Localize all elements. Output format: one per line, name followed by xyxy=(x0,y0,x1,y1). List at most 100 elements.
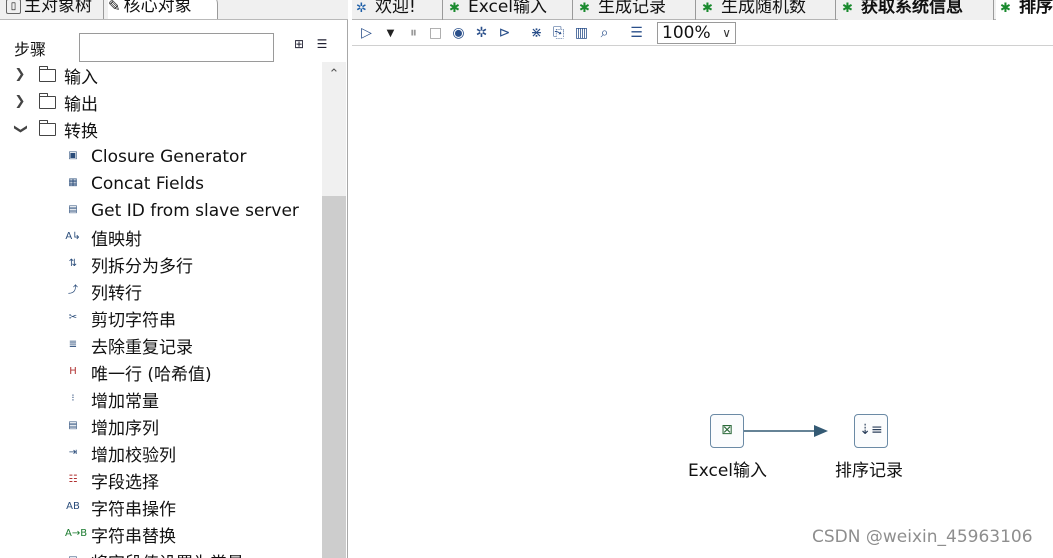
tab-main-object-tree[interactable]: ▯ 主对象树 xyxy=(6,0,104,19)
step-item[interactable]: ≣ 去除重复记录 xyxy=(0,332,322,359)
step-label: 唯一行 (哈希值) xyxy=(91,365,212,385)
folder-transform[interactable]: ❯ 转换 xyxy=(0,116,322,143)
tree-icon: ▯ xyxy=(6,0,21,14)
folder-icon xyxy=(38,66,56,82)
pencil-icon: ✎ xyxy=(108,0,121,15)
step-item[interactable]: ▤ 将字段值设置为常量 xyxy=(0,548,322,558)
step-item[interactable]: A↳ 值映射 xyxy=(0,224,322,251)
chevron-down-icon[interactable]: ❯ xyxy=(13,122,28,136)
step-item[interactable]: ▤ 增加序列 xyxy=(0,413,322,440)
tab-random-number[interactable]: ✱ 生成随机数 xyxy=(698,0,836,20)
zoom-select[interactable]: 100% ∨ xyxy=(657,22,736,44)
results-icon[interactable]: ☰ xyxy=(628,25,645,42)
step-node-excel-input[interactable]: ⊠ xyxy=(710,414,744,448)
transformation-icon: ✱ xyxy=(449,1,460,16)
tab-welcome[interactable]: ✲ 欢迎! xyxy=(352,0,443,20)
transformation-icon: ✱ xyxy=(1000,1,1011,16)
folder-output[interactable]: ❯ 输出 xyxy=(0,89,322,116)
chevron-down-icon[interactable]: ∨ xyxy=(722,23,731,43)
tab-label: 生成记录 xyxy=(598,0,666,17)
step-item[interactable]: ▦ Concat Fields xyxy=(0,170,322,197)
string-operations-icon: AB xyxy=(66,501,80,512)
explore-db-icon[interactable]: ⌕ xyxy=(596,25,613,42)
stop-icon[interactable]: □ xyxy=(427,25,444,42)
steps-tree: ❯ 输入 ❯ 输出 ❯ 转换 ▣ Closure Generator ▦ Conca… xyxy=(0,62,322,558)
folder-label: 转换 xyxy=(64,122,98,142)
step-item[interactable]: AB 字符串操作 xyxy=(0,494,322,521)
step-item[interactable]: ✂ 剪切字符串 xyxy=(0,305,322,332)
pause-icon[interactable]: ⏸ xyxy=(405,25,422,42)
folder-label: 输出 xyxy=(64,95,98,115)
tree-scrollbar[interactable]: ⌃ xyxy=(322,62,346,558)
sort-rows-icon: ⇣≡ xyxy=(859,422,883,438)
slave-id-icon: ▤ xyxy=(68,204,78,215)
unique-rows-icon: ≣ xyxy=(68,339,78,350)
step-label: Closure Generator xyxy=(91,146,247,167)
left-panel: ▯ 主对象树 ✎ 核心对象 步骤 ⊞ ☰ ❯ 输入 ❯ 输出 ❯ 转换 ▣ Cl… xyxy=(0,0,348,558)
step-item[interactable]: ⇥ 增加校验列 xyxy=(0,440,322,467)
tab-label: Excel输入 xyxy=(468,0,548,17)
constant-icon: ⁝ xyxy=(71,393,75,404)
transformation-icon: ✱ xyxy=(842,1,853,16)
replace-string-icon: A→B xyxy=(65,528,88,539)
debug-icon[interactable]: ✲ xyxy=(473,25,490,42)
chevron-up-icon[interactable]: ⌃ xyxy=(327,68,341,82)
editor-area: ✲ 欢迎! ✱ Excel输入 ✱ 生成记录 ✱ 生成随机数 ✱ 获取系统信息 ✱ 排序 ▷… xyxy=(352,0,1053,558)
step-item[interactable]: ⁝ 增加常量 xyxy=(0,386,322,413)
watermark: CSDN @weixin_45963106 xyxy=(812,527,1033,547)
step-item[interactable]: ▤ Get ID from slave server xyxy=(0,197,322,224)
editor-toolbar: ▷ ▼ ⏸ □ ◉ ✲ ⊳ ⋇ ⎘ ▥ ⌕ ☰ 100% ∨ xyxy=(352,21,1053,46)
step-node-label: Excel输入 xyxy=(688,461,768,481)
step-item[interactable]: A→B 字符串替换 xyxy=(0,521,322,548)
step-label: Get ID from slave server xyxy=(91,200,299,221)
expand-all-icon[interactable]: ⊞ xyxy=(291,36,307,52)
hop-layer xyxy=(744,425,828,437)
scissors-icon: ✂ xyxy=(68,312,78,323)
chevron-right-icon[interactable]: ❯ xyxy=(13,68,27,82)
step-item[interactable]: ⤴ 列转行 xyxy=(0,278,322,305)
steps-search-input[interactable] xyxy=(79,33,274,62)
folder-label: 输入 xyxy=(64,68,98,88)
transformation-icon: ✱ xyxy=(579,1,590,16)
folder-icon xyxy=(38,93,56,109)
step-label: 剪切字符串 xyxy=(91,311,176,331)
step-label: 字段选择 xyxy=(91,473,159,493)
preview-icon[interactable]: ◉ xyxy=(450,25,467,42)
chevron-right-icon[interactable]: ❯ xyxy=(13,95,27,109)
verify-icon[interactable]: ⋇ xyxy=(528,25,545,42)
left-tab-bar: ▯ 主对象树 ✎ 核心对象 xyxy=(0,0,348,20)
step-label: 字符串操作 xyxy=(91,500,176,520)
scrollbar-thumb[interactable] xyxy=(322,196,346,558)
step-item[interactable]: ▣ Closure Generator xyxy=(0,143,322,170)
denormaliser-icon: ⤴ xyxy=(68,285,78,296)
tab-excel-input[interactable]: ✱ Excel输入 xyxy=(445,0,573,20)
step-node-label: 排序记录 xyxy=(835,461,903,481)
editor-tab-bar: ✲ 欢迎! ✱ Excel输入 ✱ 生成记录 ✱ 生成随机数 ✱ 获取系统信息 ✱ 排序 xyxy=(352,0,1053,20)
tab-generate-rows[interactable]: ✱ 生成记录 xyxy=(575,0,696,20)
step-item[interactable]: ⇅ 列拆分为多行 xyxy=(0,251,322,278)
folder-icon xyxy=(38,120,56,136)
tab-label: 核心对象 xyxy=(123,0,192,16)
transformation-canvas[interactable]: ⊠ Excel输入 ⇣≡ 排序记录 xyxy=(352,46,1053,558)
unique-hash-icon: H xyxy=(69,366,77,377)
step-label: 增加序列 xyxy=(91,419,159,439)
tab-sort[interactable]: ✱ 排序 xyxy=(996,0,1053,20)
tab-label: 生成随机数 xyxy=(721,0,806,17)
select-values-icon: ☷ xyxy=(68,474,78,485)
checksum-icon: ⇥ xyxy=(68,447,78,458)
tab-core-objects[interactable]: ✎ 核心对象 xyxy=(108,0,218,19)
step-item[interactable]: ☷ 字段选择 xyxy=(0,467,322,494)
collapse-all-icon[interactable]: ☰ xyxy=(314,36,330,52)
steps-label: 步骤 xyxy=(14,40,47,59)
tab-system-info[interactable]: ✱ 获取系统信息 xyxy=(838,0,994,20)
run-icon[interactable]: ▷ xyxy=(358,25,375,42)
step-item[interactable]: H 唯一行 (哈希值) xyxy=(0,359,322,386)
run-dropdown-icon[interactable]: ▼ xyxy=(382,25,399,42)
impact-icon[interactable]: ⎘ xyxy=(550,25,567,42)
tab-label: 主对象树 xyxy=(24,0,92,16)
step-label: 将字段值设置为常量 xyxy=(91,549,244,558)
step-node-sort-rows[interactable]: ⇣≡ xyxy=(854,414,888,448)
sql-icon[interactable]: ▥ xyxy=(573,25,590,42)
replay-icon[interactable]: ⊳ xyxy=(496,25,513,42)
folder-input[interactable]: ❯ 输入 xyxy=(0,62,322,89)
